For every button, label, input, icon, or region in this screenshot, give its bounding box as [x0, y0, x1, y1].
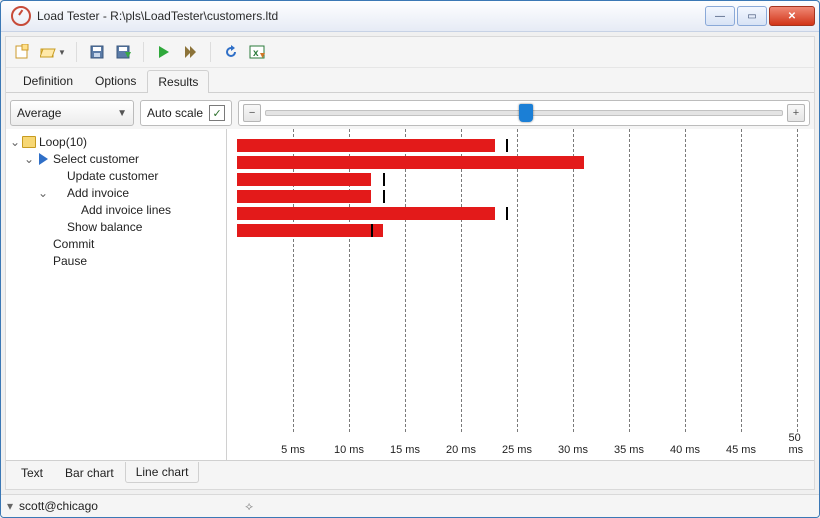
app-icon	[11, 6, 31, 26]
zoom-track[interactable]	[265, 110, 783, 116]
toolbar-separator	[210, 42, 211, 62]
folder-icon	[22, 136, 36, 148]
chevron-down-icon: ▼	[117, 108, 127, 119]
tree-panel[interactable]: ⌄Loop(10) ⌄Select customer Update custom…	[6, 129, 227, 460]
zoom-out-button[interactable]: −	[243, 104, 261, 122]
bar-update-customer	[237, 156, 584, 169]
bottom-tab-text[interactable]: Text	[10, 463, 54, 484]
chart-xaxis: 5 ms10 ms15 ms20 ms25 ms30 ms35 ms40 ms4…	[227, 434, 814, 456]
window-buttons: — ▭ ✕	[705, 6, 815, 26]
titlebar[interactable]: Load Tester - R:\pls\LoadTester\customer…	[1, 1, 819, 32]
app-window: Load Tester - R:\pls\LoadTester\customer…	[0, 0, 820, 518]
zoom-thumb[interactable]	[519, 104, 533, 122]
new-icon[interactable]	[12, 42, 32, 62]
open-dropdown-icon[interactable]: ▼	[58, 48, 66, 57]
results-pane: Average ▼ Auto scale ✓ − + ⌄Loop(10)	[6, 92, 814, 489]
maximize-button[interactable]: ▭	[737, 6, 767, 26]
bottom-tab-bar[interactable]: Bar chart	[54, 463, 125, 484]
content-area: ▼ x Definition Options Results Average ▼	[5, 36, 815, 490]
top-tabs: Definition Options Results	[6, 68, 814, 92]
save-icon[interactable]	[87, 42, 107, 62]
step-icon	[53, 187, 62, 199]
svg-text:x: x	[253, 48, 259, 59]
window-title: Load Tester - R:\pls\LoadTester\customer…	[37, 9, 705, 23]
play-icon	[39, 153, 48, 165]
save-as-icon[interactable]	[113, 42, 133, 62]
tree-item-add-invoice-lines[interactable]: Add invoice lines	[8, 201, 224, 218]
tree-item-show-balance[interactable]: Show balance	[8, 218, 224, 235]
zoom-slider[interactable]: − +	[238, 100, 810, 126]
autoscale-label: Auto scale	[147, 106, 203, 120]
step-icon	[53, 170, 62, 182]
main-toolbar: ▼ x	[6, 37, 814, 68]
chart-area: 5 ms10 ms15 ms20 ms25 ms30 ms35 ms40 ms4…	[227, 129, 814, 460]
pin-icon[interactable]: ⟡	[245, 499, 253, 514]
bar-add-invoice-lines	[237, 190, 371, 203]
tab-options[interactable]: Options	[84, 69, 147, 92]
bottom-tab-line[interactable]: Line chart	[125, 462, 200, 483]
results-controls: Average ▼ Auto scale ✓ − +	[6, 93, 814, 129]
step-icon	[39, 238, 48, 250]
tree-item-pause[interactable]: Pause	[8, 252, 224, 269]
bottom-tabs: Text Bar chart Line chart	[6, 460, 814, 489]
autoscale-toggle[interactable]: Auto scale ✓	[140, 100, 232, 126]
bar-select-customer	[237, 139, 495, 152]
tree-item-add-invoice[interactable]: ⌄Add invoice	[8, 184, 224, 201]
zoom-in-button[interactable]: +	[787, 104, 805, 122]
results-main: ⌄Loop(10) ⌄Select customer Update custom…	[6, 129, 814, 460]
tab-definition[interactable]: Definition	[12, 69, 84, 92]
chart-bars	[227, 135, 814, 237]
minimize-button[interactable]: —	[705, 6, 735, 26]
step-icon	[53, 221, 62, 233]
open-icon[interactable]	[38, 42, 58, 62]
tree-root[interactable]: ⌄Loop(10)	[8, 133, 224, 150]
metric-value: Average	[17, 106, 61, 120]
status-user: scott@chicago	[19, 499, 98, 513]
metric-combo[interactable]: Average ▼	[10, 100, 134, 126]
step-icon	[39, 255, 48, 267]
run-icon[interactable]	[154, 42, 174, 62]
toolbar-separator	[76, 42, 77, 62]
toolbar-separator	[143, 42, 144, 62]
status-bar: ▾ scott@chicago ⟡	[1, 494, 819, 517]
tree-item-commit[interactable]: Commit	[8, 235, 224, 252]
bar-add-invoice	[237, 173, 371, 186]
tree-item-select-customer[interactable]: ⌄Select customer	[8, 150, 224, 167]
export-excel-icon[interactable]: x	[247, 42, 267, 62]
refresh-icon[interactable]	[221, 42, 241, 62]
chevron-down-icon[interactable]: ▾	[7, 499, 13, 513]
close-button[interactable]: ✕	[769, 6, 815, 26]
step-icon	[67, 204, 76, 216]
bar-commit	[237, 224, 383, 237]
bar-show-balance	[237, 207, 495, 220]
tree-item-update-customer[interactable]: Update customer	[8, 167, 224, 184]
run-fast-icon[interactable]	[180, 42, 200, 62]
autoscale-checkbox[interactable]: ✓	[209, 105, 225, 121]
tab-results[interactable]: Results	[147, 70, 209, 93]
